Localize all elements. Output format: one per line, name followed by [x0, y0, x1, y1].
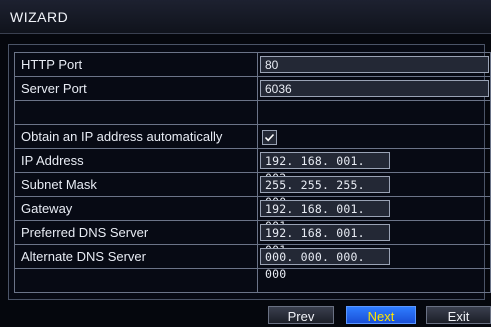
table-row: Gateway 192. 168. 001. 001 — [14, 196, 491, 233]
server-port-label: Server Port — [14, 76, 258, 101]
checkmark-icon — [264, 133, 275, 142]
table-row: HTTP Port 80 — [14, 52, 491, 77]
table-row: Obtain an IP address automatically — [14, 124, 491, 149]
preferred-dns-label: Preferred DNS Server — [14, 220, 258, 245]
empty-cell — [14, 268, 258, 293]
preferred-dns-field[interactable]: 192. 168. 001. 001 — [260, 224, 390, 257]
window-title: WIZARD — [10, 9, 69, 25]
table-row: Preferred DNS Server 192. 168. 001. 001 — [14, 220, 491, 257]
http-port-field[interactable]: 80 — [260, 56, 489, 74]
alternate-dns-field[interactable]: 000. 000. 000. 000 — [260, 248, 390, 281]
server-port-field[interactable]: 6036 — [260, 80, 489, 98]
title-bar: WIZARD — [0, 0, 491, 34]
ip-address-label: IP Address — [14, 148, 258, 173]
table-row: Server Port 6036 — [14, 76, 491, 101]
next-button[interactable]: Next — [346, 306, 416, 324]
table-row: IP Address 192. 168. 001. 002 — [14, 148, 491, 185]
empty-cell — [14, 100, 258, 125]
table-row: Subnet Mask 255. 255. 255. 000 — [14, 172, 491, 209]
network-settings-table: HTTP Port 80 Server Port 6036 Obtain an … — [14, 52, 491, 293]
gateway-field[interactable]: 192. 168. 001. 001 — [260, 200, 390, 233]
gateway-label: Gateway — [14, 196, 258, 221]
table-row: Alternate DNS Server 000. 000. 000. 000 — [14, 244, 491, 281]
empty-cell — [257, 268, 491, 293]
obtain-ip-auto-checkbox[interactable] — [262, 129, 277, 145]
ip-address-field[interactable]: 192. 168. 001. 002 — [260, 152, 390, 185]
exit-button[interactable]: Exit — [426, 306, 491, 324]
alternate-dns-label: Alternate DNS Server — [14, 244, 258, 269]
table-row — [14, 100, 491, 125]
table-row — [14, 268, 491, 293]
obtain-ip-auto-label: Obtain an IP address automatically — [14, 124, 258, 149]
subnet-mask-label: Subnet Mask — [14, 172, 258, 197]
http-port-label: HTTP Port — [14, 52, 258, 77]
subnet-mask-field[interactable]: 255. 255. 255. 000 — [260, 176, 390, 209]
prev-button[interactable]: Prev — [268, 306, 334, 324]
empty-cell — [257, 100, 491, 125]
